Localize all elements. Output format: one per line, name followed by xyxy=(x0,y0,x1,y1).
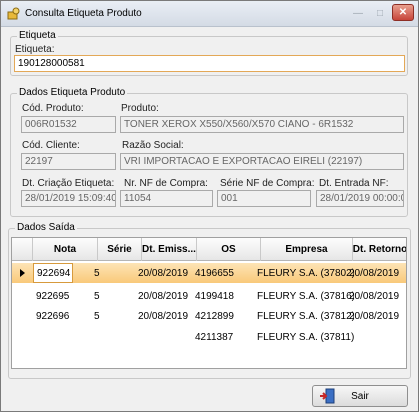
cell-empresa[interactable]: FLEURY S.A. (37816) xyxy=(254,286,354,306)
nr-nf-compra-label: Nr. NF de Compra: xyxy=(124,178,208,189)
sair-button[interactable]: Sair xyxy=(312,385,408,407)
maximize-icon[interactable]: □ xyxy=(370,5,390,21)
cell-os[interactable]: 4199418 xyxy=(192,286,252,306)
cell-nota[interactable]: 922694 xyxy=(33,263,73,283)
column-header-dt-emissao[interactable]: Dt. Emiss... xyxy=(142,238,197,261)
column-header-os[interactable]: OS xyxy=(197,238,261,261)
dt-criacao-label: Dt. Criação Etiqueta: xyxy=(22,178,115,189)
window-title: Consulta Etiqueta Produto xyxy=(25,8,142,19)
cod-cliente-label: Cód. Cliente: xyxy=(22,140,80,151)
cell-serie[interactable] xyxy=(91,327,131,347)
dados-saida-group-legend: Dados Saída xyxy=(15,222,77,234)
app-icon xyxy=(7,7,20,20)
table-row[interactable]: 922694 5 20/08/2019 4196655 FLEURY S.A. … xyxy=(12,263,406,283)
cell-dt-emissao[interactable]: 20/08/2019 xyxy=(135,286,195,306)
column-header-nota[interactable]: Nota xyxy=(33,238,98,261)
cod-produto-label: Cód. Produto: xyxy=(22,103,84,114)
column-header-empresa[interactable]: Empresa xyxy=(261,238,353,261)
etiqueta-group-legend: Etiqueta xyxy=(17,30,58,42)
close-button[interactable]: ✕ xyxy=(392,4,414,21)
nr-nf-compra-field[interactable]: 11054 xyxy=(120,190,213,207)
cell-empresa[interactable]: FLEURY S.A. (37812) xyxy=(254,306,354,326)
column-header-dt-retorno[interactable]: Dt. Retorno xyxy=(353,238,406,261)
serie-nf-compra-field[interactable]: 001 xyxy=(217,190,311,207)
cell-dt-emissao[interactable]: 20/08/2019 xyxy=(135,306,195,326)
current-row-pointer-icon xyxy=(20,269,25,277)
title-bar: Consulta Etiqueta Produto — □ ✕ xyxy=(1,1,418,27)
cell-nota[interactable]: 922696 xyxy=(33,306,88,326)
column-header-serie[interactable]: Série xyxy=(98,238,142,261)
table-row[interactable]: 4211387 FLEURY S.A. (37811) xyxy=(12,327,406,347)
grid-header: Nota Série Dt. Emiss... OS Empresa Dt. R… xyxy=(12,238,406,261)
cell-serie[interactable]: 5 xyxy=(91,306,131,326)
saida-grid[interactable]: Nota Série Dt. Emiss... OS Empresa Dt. R… xyxy=(11,237,407,369)
table-row[interactable]: 922695 5 20/08/2019 4199418 FLEURY S.A. … xyxy=(12,286,406,306)
consulta-etiqueta-window: Consulta Etiqueta Produto — □ ✕ Etiqueta… xyxy=(0,0,419,412)
table-row[interactable]: 922696 5 20/08/2019 4212899 FLEURY S.A. … xyxy=(12,306,406,326)
cell-serie[interactable]: 5 xyxy=(91,263,131,283)
cell-dt-retorno[interactable]: 20/08/2019 xyxy=(346,263,406,283)
dados-etiqueta-group-legend: Dados Etiqueta Produto xyxy=(17,87,128,99)
razao-social-field[interactable]: VRI IMPORTACAO E EXPORTACAO EIRELI (2219… xyxy=(120,153,404,170)
serie-nf-compra-label: Série NF de Compra: xyxy=(220,178,315,189)
cell-nota[interactable]: 922695 xyxy=(33,286,88,306)
dt-criacao-field[interactable]: 28/01/2019 15:09:40 xyxy=(21,190,116,207)
cell-dt-emissao[interactable] xyxy=(135,327,195,347)
cell-serie[interactable]: 5 xyxy=(91,286,131,306)
produto-label: Produto: xyxy=(121,103,159,114)
dt-entrada-nf-field[interactable]: 28/01/2019 00:00:00 xyxy=(316,190,404,207)
cell-os[interactable]: 4211387 xyxy=(192,327,252,347)
dt-entrada-nf-label: Dt. Entrada NF: xyxy=(319,178,389,189)
cell-os[interactable]: 4196655 xyxy=(192,263,252,283)
minimize-icon[interactable]: — xyxy=(348,5,368,21)
produto-field[interactable]: TONER XEROX X550/X560/X570 CIANO - 6R153… xyxy=(120,116,404,133)
sair-button-label: Sair xyxy=(351,390,369,402)
cell-dt-retorno[interactable]: 20/08/2019 xyxy=(346,306,406,326)
cell-empresa[interactable]: FLEURY S.A. (37811) xyxy=(254,327,354,347)
cell-os[interactable]: 4212899 xyxy=(192,306,252,326)
cell-dt-retorno[interactable] xyxy=(346,327,406,347)
cell-empresa[interactable]: FLEURY S.A. (37802) xyxy=(254,263,354,283)
cell-nota[interactable] xyxy=(33,327,88,347)
cell-dt-emissao[interactable]: 20/08/2019 xyxy=(135,263,195,283)
cod-produto-field[interactable]: 006R01532 xyxy=(21,116,116,133)
razao-social-label: Razão Social: xyxy=(122,140,184,151)
exit-door-icon xyxy=(320,388,335,404)
cell-dt-retorno[interactable]: 20/08/2019 xyxy=(346,286,406,306)
cod-cliente-field[interactable]: 22197 xyxy=(21,153,116,170)
row-header-corner xyxy=(12,238,33,261)
etiqueta-input[interactable]: 190128000581 xyxy=(14,55,405,72)
